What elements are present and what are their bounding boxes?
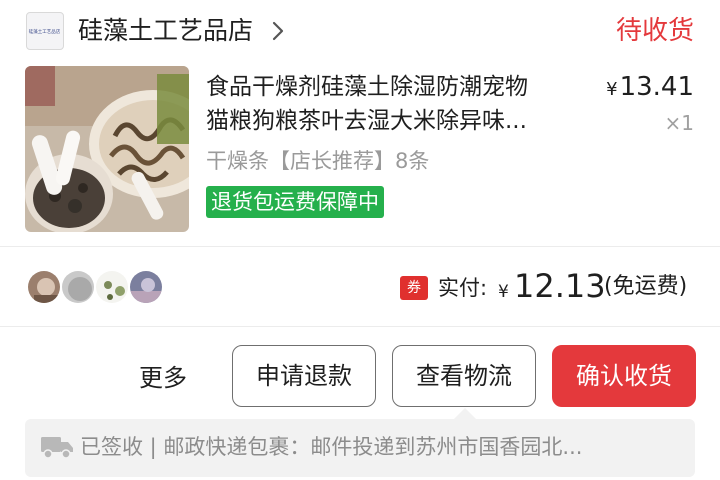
more-button[interactable]: 更多 xyxy=(128,360,198,396)
request-refund-button[interactable]: 申请退款 xyxy=(232,345,376,407)
payment-amount: 12.13 xyxy=(514,267,606,305)
coupon-icon: 券 xyxy=(400,276,428,300)
product-spec: 干燥条【店长推荐】8条 xyxy=(206,149,430,173)
product-price: ¥13.41 xyxy=(606,70,694,107)
chevron-right-icon[interactable] xyxy=(268,17,288,45)
store-logo-text: 硅藻土工艺品店 xyxy=(29,28,61,35)
store-name[interactable]: 硅藻土工艺品店 xyxy=(78,15,253,47)
price-value: 13.41 xyxy=(619,72,694,102)
view-logistics-button[interactable]: 查看物流 xyxy=(392,345,536,407)
avatar xyxy=(128,269,164,305)
product-thumbnail[interactable] xyxy=(25,66,189,232)
store-header: 硅藻土工艺品店 硅藻土工艺品店 待收货 xyxy=(0,0,720,64)
divider xyxy=(0,246,720,247)
shipping-note: (免运费) xyxy=(604,274,688,299)
avatar xyxy=(26,269,62,305)
avatar xyxy=(94,269,130,305)
payment-currency: ¥ xyxy=(498,282,509,302)
product-title[interactable]: 食品干燥剂硅藻土除湿防潮宠物 猫粮狗粮茶叶去湿大米除异味... xyxy=(206,70,576,138)
confirm-receipt-button[interactable]: 确认收货 xyxy=(552,345,696,407)
price-currency: ¥ xyxy=(606,79,618,100)
product-title-line-2[interactable]: 猫粮狗粮茶叶去湿大米除异味... xyxy=(206,104,576,138)
guarantee-badge[interactable]: 退货包运费保障中 xyxy=(206,186,384,218)
store-logo[interactable]: 硅藻土工艺品店 xyxy=(26,12,64,50)
divider xyxy=(0,326,720,327)
order-status: 待收货 xyxy=(615,16,694,46)
product-title-line-1[interactable]: 食品干燥剂硅藻土除湿防潮宠物 xyxy=(206,70,576,104)
logistics-status-text[interactable]: 已签收 | 邮政快递包裹：邮件投递到苏州市国香园北... xyxy=(80,432,582,462)
product-quantity: ×1 xyxy=(664,111,694,135)
truck-icon xyxy=(41,437,73,459)
payment-label: 实付: xyxy=(438,276,488,300)
avatar xyxy=(60,269,96,305)
